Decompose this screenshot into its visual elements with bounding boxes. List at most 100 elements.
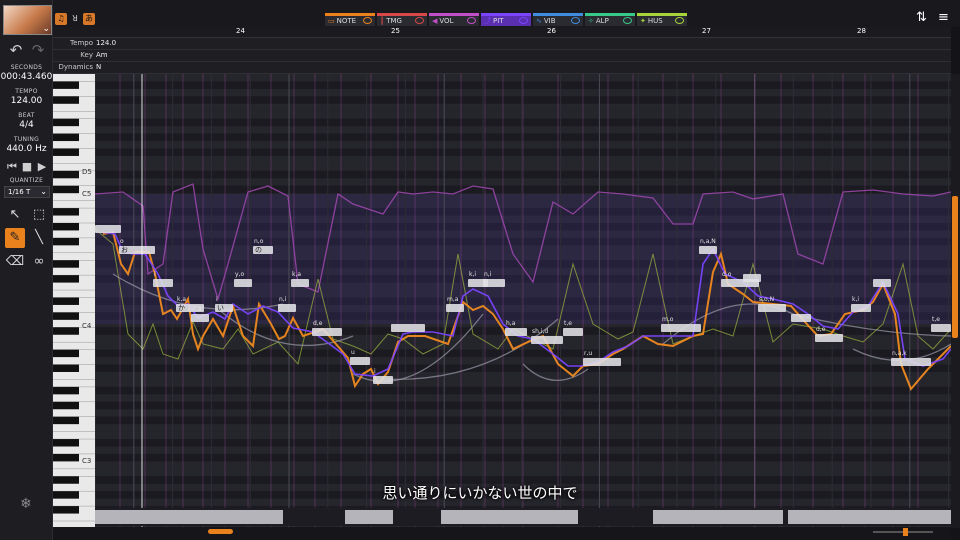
eye-icon[interactable] xyxy=(467,17,476,24)
vertical-scroll-thumb[interactable] xyxy=(952,196,958,338)
tuning-value[interactable]: 440.0 Hz xyxy=(0,144,53,154)
phoneme-strip-segment[interactable] xyxy=(441,510,578,524)
eye-icon[interactable] xyxy=(363,17,372,24)
black-key[interactable] xyxy=(53,81,79,89)
note-block[interactable] xyxy=(483,279,505,287)
note-block[interactable] xyxy=(446,304,464,312)
black-key[interactable] xyxy=(53,223,79,231)
note-block[interactable] xyxy=(95,225,121,233)
note-mode-icon[interactable]: ♫ xyxy=(55,13,67,25)
note-block[interactable] xyxy=(191,314,209,322)
black-key[interactable] xyxy=(53,170,79,179)
redo-icon[interactable]: ↷ xyxy=(28,40,48,60)
select-arrow-icon[interactable]: ↖ xyxy=(5,205,25,225)
tempo-track-value[interactable]: 124.0 xyxy=(96,38,116,49)
tab-note[interactable]: ▭ NOTE xyxy=(325,13,375,26)
black-key[interactable] xyxy=(53,327,79,335)
black-key[interactable] xyxy=(53,260,79,268)
phoneme-strip-segment[interactable] xyxy=(345,510,393,524)
tempo-track[interactable]: Tempo 124.0 xyxy=(53,38,951,50)
black-key[interactable] xyxy=(53,364,79,372)
black-key[interactable] xyxy=(53,453,79,462)
note-block[interactable] xyxy=(661,324,701,332)
note-block[interactable] xyxy=(743,274,761,282)
note-block[interactable] xyxy=(350,357,370,365)
black-key[interactable] xyxy=(53,312,79,320)
tab-alp[interactable]: ✧ ALP xyxy=(585,13,635,26)
note-block[interactable] xyxy=(531,336,563,344)
black-key[interactable] xyxy=(53,386,79,395)
tab-tmg[interactable]: ┃ TMG xyxy=(377,13,427,26)
chevron-down-icon[interactable]: ⌄ xyxy=(42,24,50,34)
black-key[interactable] xyxy=(53,416,79,425)
tempo-value[interactable]: 124.00 xyxy=(0,96,53,106)
split-icon[interactable]: ꓤ xyxy=(69,13,81,25)
black-key[interactable] xyxy=(53,275,79,283)
eye-icon[interactable] xyxy=(415,17,424,24)
note-block[interactable] xyxy=(391,324,425,332)
black-key[interactable] xyxy=(53,96,79,104)
horizontal-scroll-thumb[interactable] xyxy=(208,529,233,534)
note-block[interactable] xyxy=(758,304,786,312)
phoneme-strip-segment[interactable] xyxy=(653,510,783,524)
link-icon[interactable]: ∞ xyxy=(29,252,49,272)
note-block[interactable] xyxy=(851,304,871,312)
black-key[interactable] xyxy=(53,133,79,142)
piano-roll-canvas[interactable]: D5C5C4C3oおik,aか n,aiいy,on,oのn,ik,ad,euim,… xyxy=(53,74,951,528)
note-block[interactable] xyxy=(373,376,393,384)
black-key[interactable] xyxy=(53,439,79,447)
note-block[interactable] xyxy=(891,358,931,366)
tab-hus[interactable]: ✦ HUS xyxy=(637,13,687,26)
tab-vib[interactable]: ∿ VIB xyxy=(533,13,583,26)
beat-value[interactable]: 4/4 xyxy=(0,120,53,130)
black-key[interactable] xyxy=(53,185,79,194)
note-block[interactable] xyxy=(312,328,342,336)
dynamics-track-value[interactable]: N xyxy=(96,62,101,73)
zoom-slider-knob[interactable] xyxy=(903,528,908,536)
note-block[interactable] xyxy=(931,324,951,332)
eye-icon[interactable] xyxy=(519,17,528,24)
box-select-icon[interactable]: ⬚ xyxy=(29,205,49,225)
black-key[interactable] xyxy=(53,148,79,156)
phoneme-strip-segment[interactable] xyxy=(788,510,951,524)
note-block[interactable] xyxy=(505,328,527,336)
tab-pit[interactable]: ⤴ PIT xyxy=(481,13,531,26)
piano-roll[interactable]: D5 C5 C4 C3 o お i k,a か n,a i い y,o n,o の n,i k,a d,e u i m,… xyxy=(53,74,951,528)
timeline-ruler[interactable]: 24 25 26 27 28 xyxy=(53,27,951,38)
note-block[interactable] xyxy=(815,334,843,342)
note-block[interactable] xyxy=(291,279,309,287)
black-key[interactable] xyxy=(53,297,79,305)
note-block[interactable] xyxy=(791,314,811,322)
voice-avatar[interactable]: ⌄ xyxy=(3,5,52,35)
eraser-icon[interactable]: ⌫ xyxy=(5,252,25,272)
key-track-value[interactable]: Am xyxy=(96,50,108,61)
pencil-icon[interactable]: ✎ xyxy=(5,228,25,248)
black-key[interactable] xyxy=(53,401,79,410)
key-track[interactable]: Key Am xyxy=(53,50,951,62)
vertical-scrollbar[interactable] xyxy=(951,74,960,528)
black-key[interactable] xyxy=(53,349,79,358)
note-block[interactable] xyxy=(563,328,583,336)
black-key[interactable] xyxy=(53,208,79,216)
eye-icon[interactable] xyxy=(571,17,580,24)
black-key[interactable] xyxy=(53,506,79,514)
undo-icon[interactable]: ↶ xyxy=(6,40,26,60)
dynamics-track[interactable]: Dynamics N xyxy=(53,62,951,74)
phoneme-icon[interactable]: あ xyxy=(83,13,95,25)
note-block[interactable] xyxy=(234,279,252,287)
tab-vol[interactable]: ◀ VOL xyxy=(429,13,479,26)
horizontal-scrollbar[interactable] xyxy=(53,527,951,540)
note-block[interactable] xyxy=(153,279,173,287)
note-block[interactable] xyxy=(278,304,296,312)
note-block[interactable] xyxy=(583,358,621,366)
phoneme-strip-segment[interactable] xyxy=(95,510,283,524)
black-key[interactable] xyxy=(53,237,79,246)
note-block[interactable] xyxy=(699,246,717,254)
sort-arrows-icon[interactable]: ⇅ xyxy=(916,10,927,25)
eye-icon[interactable] xyxy=(623,17,632,24)
quantize-select[interactable]: 1/16 T ⌄ xyxy=(4,186,50,198)
line-tool-icon[interactable]: ╲ xyxy=(29,228,49,248)
eye-icon[interactable] xyxy=(675,17,684,24)
note-block[interactable] xyxy=(873,279,891,287)
black-key[interactable] xyxy=(53,118,79,127)
